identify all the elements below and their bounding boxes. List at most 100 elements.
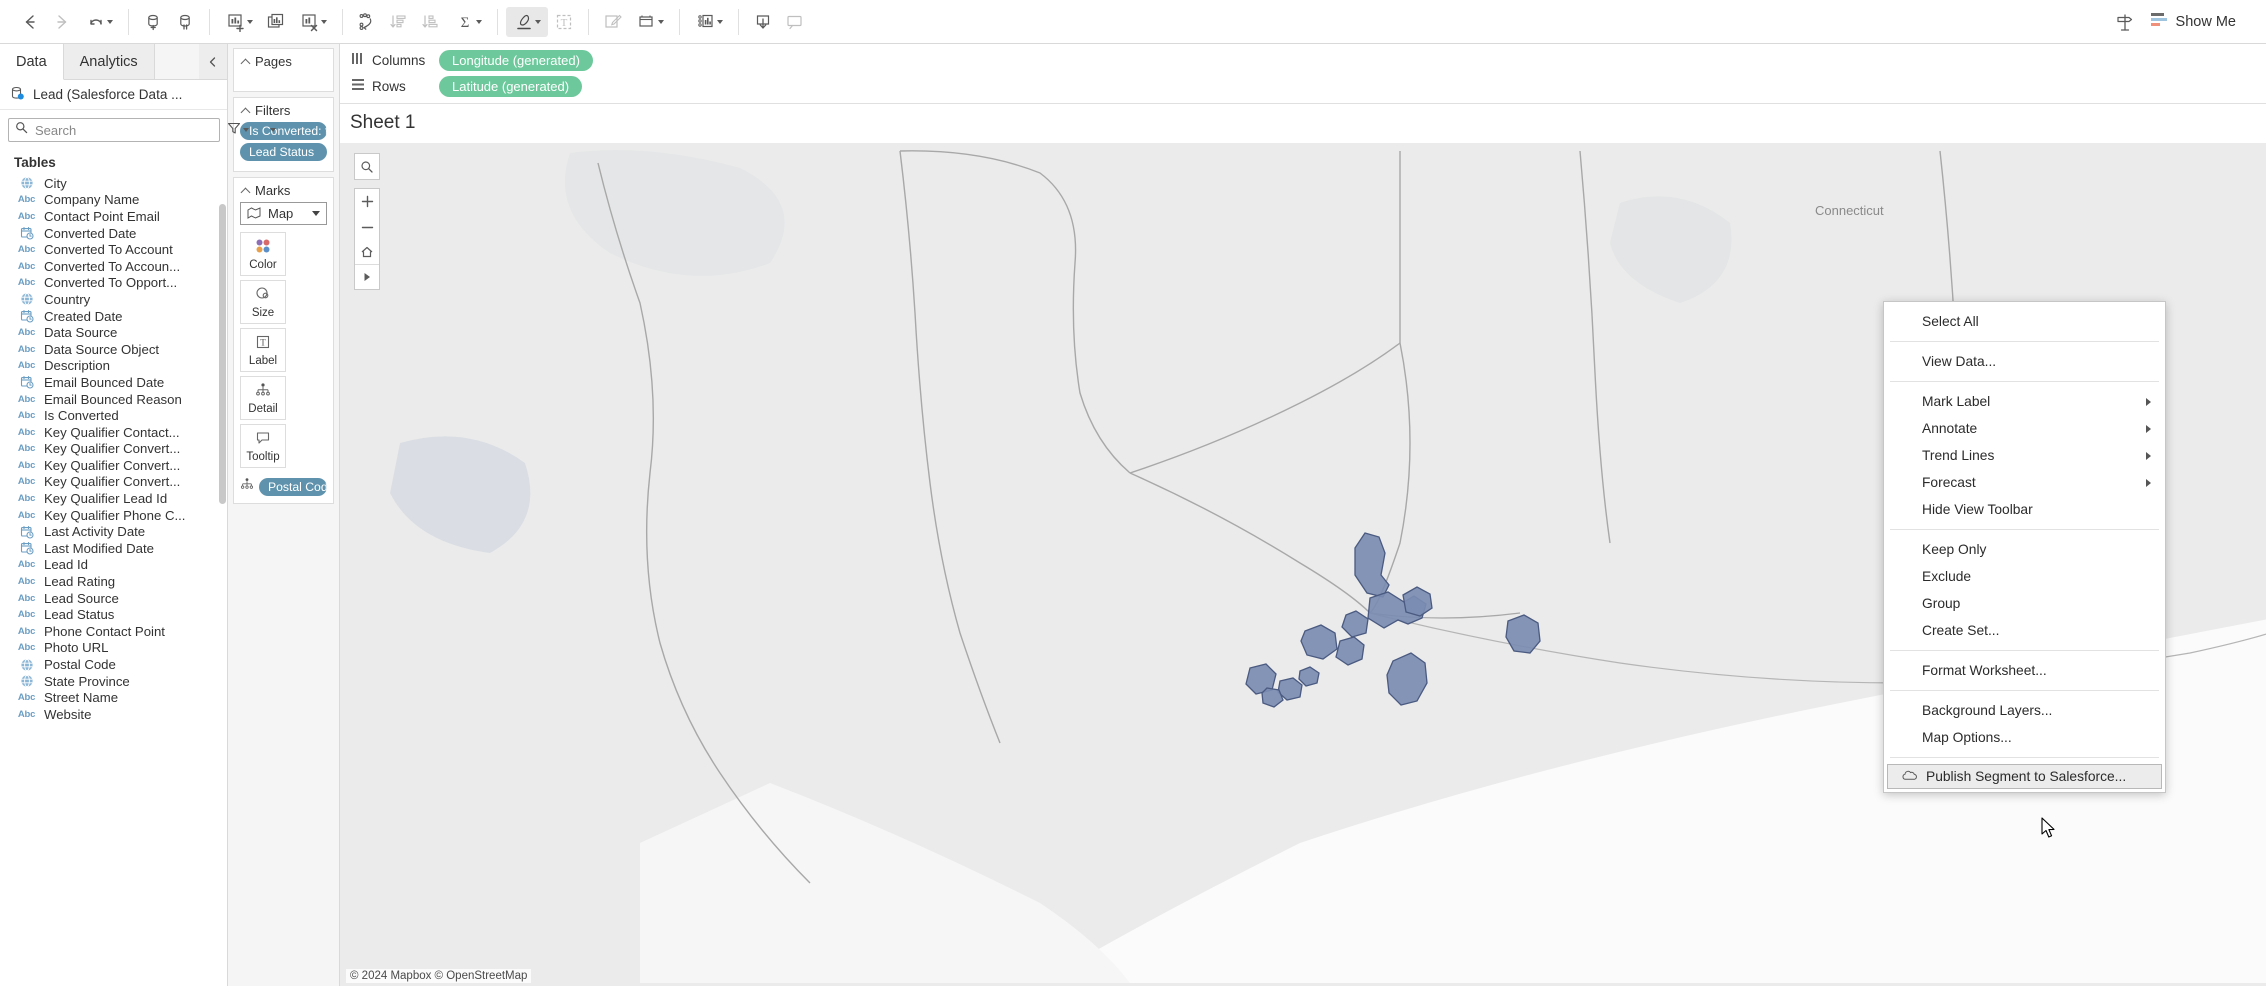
pause-data-source-icon[interactable] xyxy=(169,7,201,37)
field-item[interactable]: Abc Converted To Accoun... xyxy=(0,258,227,275)
menu-item[interactable]: Background Layers... xyxy=(1884,697,2165,724)
sheet-title[interactable]: Sheet 1 xyxy=(340,104,2266,143)
marks-detail-button[interactable]: Detail xyxy=(240,376,286,420)
marks-tooltip-button[interactable]: Tooltip xyxy=(240,424,286,468)
menu-item[interactable]: View Data... xyxy=(1884,348,2165,375)
field-item[interactable]: Abc Contact Point Email xyxy=(0,208,227,225)
back-icon[interactable] xyxy=(14,7,46,37)
save-data-source-icon[interactable] xyxy=(137,7,169,37)
pages-card-header[interactable]: Pages xyxy=(234,49,333,73)
field-item[interactable]: Abc Website xyxy=(0,706,227,723)
menu-item[interactable]: Group xyxy=(1884,590,2165,617)
filter-pill[interactable]: Lead Status xyxy=(240,143,327,161)
menu-item[interactable]: Hide View Toolbar xyxy=(1884,496,2165,523)
highlighter-icon[interactable] xyxy=(506,6,548,37)
presentation-mode-icon[interactable] xyxy=(779,7,811,37)
sort-descending-icon[interactable] xyxy=(415,7,447,37)
menu-item[interactable]: Keep Only xyxy=(1884,536,2165,563)
field-item[interactable]: Abc Converted To Opport... xyxy=(0,275,227,292)
download-icon[interactable] xyxy=(747,7,779,37)
field-item[interactable]: Abc Key Qualifier Convert... xyxy=(0,457,227,474)
field-item[interactable]: Abc Lead Status xyxy=(0,606,227,623)
marks-label-button[interactable]: T Label xyxy=(240,328,286,372)
search-input[interactable] xyxy=(33,121,213,139)
map-viewport[interactable]: Connecticut © 2024 Mapbox © OpenStreetMa… xyxy=(340,143,2266,986)
marks-color-button[interactable]: Color xyxy=(240,232,286,276)
labels-icon[interactable]: T xyxy=(548,7,580,37)
field-item[interactable]: Abc Company Name xyxy=(0,192,227,209)
menu-item[interactable]: Create Set... xyxy=(1884,617,2165,644)
field-item[interactable]: Abc Key Qualifier Convert... xyxy=(0,474,227,491)
menu-item[interactable]: Publish Segment to Salesforce... xyxy=(1887,764,2162,789)
field-item[interactable]: Abc Lead Id xyxy=(0,557,227,574)
new-worksheet-icon[interactable] xyxy=(218,7,260,37)
undo-redo-icon[interactable] xyxy=(78,7,120,37)
columns-pill[interactable]: Longitude (generated) xyxy=(439,49,593,71)
field-item[interactable]: Abc Is Converted xyxy=(0,407,227,424)
menu-item[interactable]: Select All xyxy=(1884,308,2165,335)
field-item[interactable]: Abc Description xyxy=(0,358,227,375)
zoom-in-icon[interactable] xyxy=(355,189,379,214)
menu-item[interactable]: Exclude xyxy=(1884,563,2165,590)
field-item[interactable]: Abc Key Qualifier Phone C... xyxy=(0,507,227,524)
pages-shelf[interactable] xyxy=(234,73,333,91)
menu-item[interactable]: Map Options... xyxy=(1884,724,2165,751)
field-item[interactable]: Abc Key Qualifier Lead Id xyxy=(0,490,227,507)
menu-item[interactable]: Mark Label xyxy=(1884,388,2165,415)
field-item[interactable]: Abc Photo URL xyxy=(0,640,227,657)
clear-sheet-icon[interactable] xyxy=(292,7,334,37)
map-context-menu[interactable]: Select All View Data... Mark Label Annotate… xyxy=(1883,301,2166,793)
duplicate-sheet-icon[interactable] xyxy=(260,7,292,37)
mark-type-dropdown[interactable]: Map xyxy=(240,202,327,225)
signpost-icon[interactable] xyxy=(2109,7,2141,37)
field-filter-button[interactable] xyxy=(225,119,251,142)
marks-size-button[interactable]: Size xyxy=(240,280,286,324)
data-source-item[interactable]: Lead (Salesforce Data ... xyxy=(0,80,227,110)
home-icon[interactable] xyxy=(355,239,379,264)
fit-icon[interactable] xyxy=(629,7,671,37)
menu-item[interactable]: Format Worksheet... xyxy=(1884,657,2165,684)
field-item[interactable]: Postal Code xyxy=(0,656,227,673)
menu-item[interactable]: Forecast xyxy=(1884,469,2165,496)
rows-pill[interactable]: Latitude (generated) xyxy=(439,75,583,97)
sort-ascending-icon[interactable] xyxy=(383,7,415,37)
field-item[interactable]: Abc Key Qualifier Convert... xyxy=(0,441,227,458)
field-item[interactable]: State Province xyxy=(0,673,227,690)
marks-card-header[interactable]: Marks xyxy=(234,178,333,202)
search-map-icon[interactable] xyxy=(355,154,379,179)
show-me-button[interactable]: Show Me xyxy=(2141,7,2244,37)
field-item[interactable]: Last Modified Date xyxy=(0,540,227,557)
menu-item[interactable]: Trend Lines xyxy=(1884,442,2165,469)
field-item[interactable]: City xyxy=(0,175,227,192)
field-item[interactable]: Email Bounced Date xyxy=(0,374,227,391)
tab-analytics[interactable]: Analytics xyxy=(63,44,155,79)
rows-shelf-drop[interactable]: Latitude (generated) xyxy=(436,74,2266,98)
field-item[interactable]: Last Activity Date xyxy=(0,523,227,540)
field-item[interactable]: Abc Data Source Object xyxy=(0,341,227,358)
marks-field-pill[interactable]: Postal Code xyxy=(259,477,327,496)
field-item[interactable]: Abc Key Qualifier Contact... xyxy=(0,424,227,441)
field-item[interactable]: Abc Street Name xyxy=(0,689,227,706)
field-item[interactable]: Converted Date xyxy=(0,225,227,242)
field-item[interactable]: Abc Email Bounced Reason xyxy=(0,391,227,408)
field-item[interactable]: Abc Data Source xyxy=(0,324,227,341)
field-item[interactable]: Abc Phone Contact Point xyxy=(0,623,227,640)
totals-icon[interactable]: Σ xyxy=(447,7,489,37)
swap-rows-columns-icon[interactable] xyxy=(351,7,383,37)
field-item[interactable]: Abc Lead Source xyxy=(0,590,227,607)
presentation-edit-icon[interactable] xyxy=(597,7,629,37)
tab-data[interactable]: Data xyxy=(0,44,64,80)
pan-icon[interactable] xyxy=(355,264,379,289)
field-item[interactable]: Country xyxy=(0,291,227,308)
data-pane-scrollbar[interactable] xyxy=(219,204,226,504)
menu-item[interactable]: Annotate xyxy=(1884,415,2165,442)
field-item[interactable]: Abc Converted To Account xyxy=(0,241,227,258)
field-list[interactable]: City Abc Company Name Abc Contact Point Emai… xyxy=(0,175,227,986)
search-input-wrapper[interactable] xyxy=(8,118,220,142)
zoom-out-icon[interactable] xyxy=(355,214,379,239)
collapse-pane-button[interactable] xyxy=(199,44,227,79)
field-item[interactable]: Abc Lead Rating xyxy=(0,573,227,590)
cards-icon[interactable] xyxy=(688,7,730,37)
data-pane-menu-button[interactable] xyxy=(267,126,278,134)
columns-shelf-drop[interactable]: Longitude (generated) xyxy=(436,48,2266,72)
